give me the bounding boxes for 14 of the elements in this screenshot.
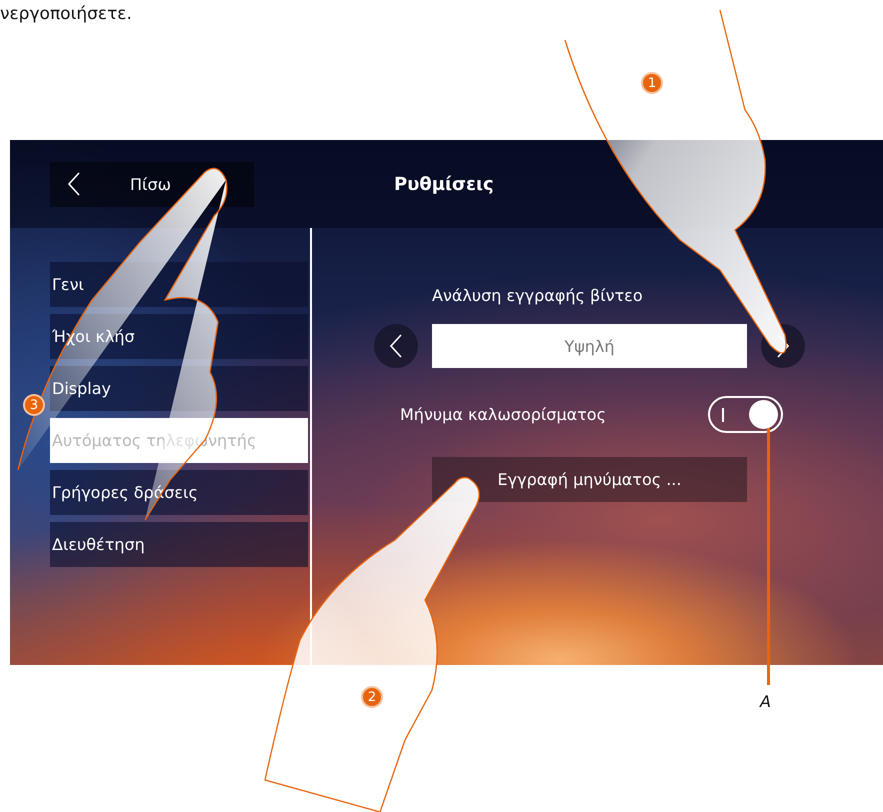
value-field: Υψηλή (432, 324, 747, 368)
intro-text: νεργοποιήσετε. (0, 3, 133, 26)
setting-label: Μήνυμα καλωσορίσματος (400, 405, 606, 424)
back-label: Πίσω (130, 174, 171, 194)
step-badge: 3 (23, 394, 45, 416)
callout-label: A (760, 692, 771, 711)
chevron-left-icon (68, 172, 80, 196)
record-message-button[interactable]: Εγγραφή μηνύματος ... (432, 457, 747, 502)
screen-title: Ρυθμίσεις (394, 174, 494, 194)
toggle-switch[interactable] (708, 396, 783, 433)
setting-label: Ανάλυση εγγραφής βίντεο (432, 286, 644, 307)
menu-item[interactable]: Διευθέτηση (50, 522, 308, 567)
chevron-left-icon (390, 334, 402, 358)
previous-button[interactable] (374, 324, 418, 368)
